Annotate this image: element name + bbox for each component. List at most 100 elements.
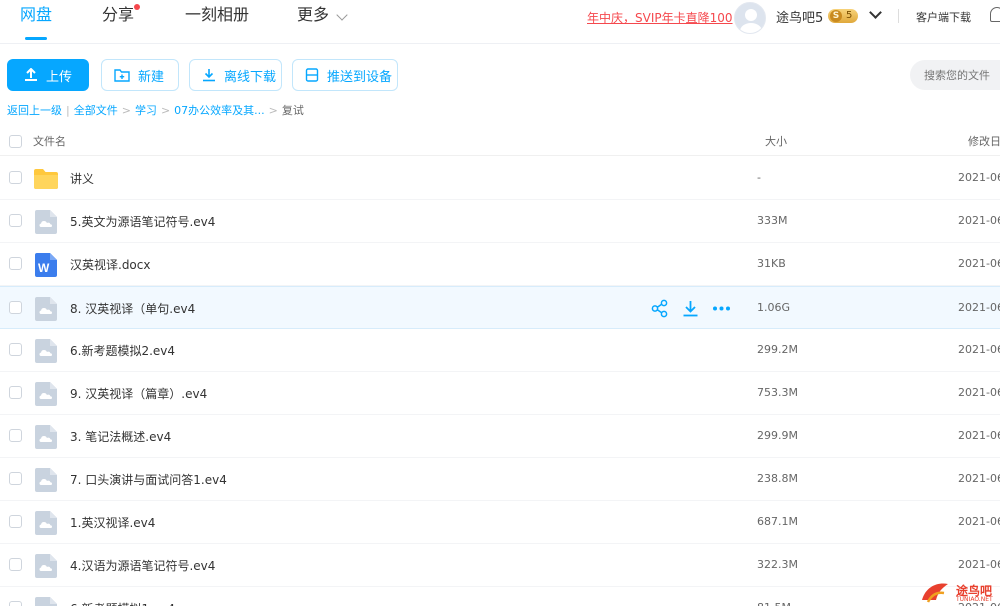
push-to-device-label: 推送到设备 <box>327 69 393 85</box>
offline-download-label: 离线下载 <box>224 69 277 85</box>
table-row[interactable]: 5.英文为源语笔记符号.ev4 333M 2021-06 <box>0 200 1000 243</box>
row-checkbox[interactable] <box>9 214 22 227</box>
row-actions <box>650 299 731 318</box>
video-file-icon <box>35 339 57 363</box>
table-row[interactable]: 9. 汉英视译（篇章）.ev4 753.3M 2021-06 <box>0 372 1000 415</box>
video-file-icon <box>35 382 57 406</box>
upload-button[interactable]: 上传 <box>7 59 89 91</box>
table-row[interactable]: 讲义 - 2021-06 <box>0 157 1000 200</box>
file-modified-date: 2021-06 <box>958 214 1000 227</box>
file-modified-date: 2021-06 <box>958 472 1000 485</box>
row-checkbox[interactable] <box>9 515 22 528</box>
tab-label: 网盘 <box>20 5 53 24</box>
tab-label: 分享 <box>102 5 135 24</box>
row-checkbox[interactable] <box>9 301 22 314</box>
breadcrumb-item-current: 复试 <box>281 104 304 117</box>
divider <box>898 9 899 23</box>
file-name[interactable]: 汉英视译.docx <box>70 256 150 273</box>
bird-logo-icon <box>922 583 948 603</box>
tab-share[interactable]: 分享 <box>102 4 141 40</box>
file-name[interactable]: 9. 汉英视译（篇章）.ev4 <box>70 385 207 402</box>
username[interactable]: 途鸟吧5 <box>776 7 823 26</box>
new-folder-label: 新建 <box>138 69 165 85</box>
more-options-icon[interactable] <box>712 299 731 318</box>
file-name[interactable]: 4.汉语为源语笔记符号.ev4 <box>70 557 215 574</box>
promo-link[interactable]: 年中庆，SVIP年卡直降100 <box>587 9 733 26</box>
avatar[interactable] <box>734 2 766 34</box>
header-date[interactable]: 修改日 <box>968 133 1000 149</box>
table-row[interactable]: 6.新考题模拟1.ev481.5M2021-06 <box>0 587 1000 606</box>
svg-text:W: W <box>38 261 50 275</box>
tab-label: 更多 <box>297 5 330 24</box>
tab-netdisk[interactable]: 网盘 <box>20 4 52 40</box>
push-to-device-button[interactable]: 推送到设备 <box>292 59 398 91</box>
row-checkbox[interactable] <box>9 386 22 399</box>
file-name[interactable]: 6.新考题模拟2.ev4 <box>70 342 175 359</box>
file-modified-date: 2021-06 <box>958 301 1000 314</box>
row-checkbox[interactable] <box>9 343 22 356</box>
watermark-logo: 途鸟吧 TUNIAO.NET <box>918 578 1000 606</box>
breadcrumb-item-study[interactable]: 学习 <box>135 102 157 118</box>
video-file-icon <box>35 468 57 492</box>
row-checkbox[interactable] <box>9 472 22 485</box>
row-checkbox[interactable] <box>9 601 22 606</box>
file-size: 1.06G <box>757 301 791 314</box>
word-doc-icon: W <box>35 253 57 277</box>
device-icon <box>305 68 319 82</box>
file-size: 81.5M <box>757 601 791 606</box>
breadcrumb-item-office[interactable]: 07办公效率及其... <box>174 102 265 118</box>
client-download-link[interactable]: 客户端下载 <box>916 9 971 25</box>
file-name[interactable]: 5.英文为源语笔记符号.ev4 <box>70 213 215 230</box>
notification-dot <box>134 4 141 10</box>
header-size[interactable]: 大小 <box>765 133 787 149</box>
file-size: 753.3M <box>757 386 798 399</box>
table-row[interactable]: 8. 汉英视译（单句.ev4 1.06G 2021-06 <box>0 286 1000 329</box>
new-folder-button[interactable]: 新建 <box>101 59 179 91</box>
row-checkbox[interactable] <box>9 171 22 184</box>
tab-label: 一刻相册 <box>185 5 250 24</box>
video-file-icon <box>35 297 57 321</box>
search-input[interactable] <box>910 60 1000 90</box>
video-file-icon <box>35 511 57 535</box>
file-name[interactable]: 1.英汉视译.ev4 <box>70 514 155 531</box>
bell-icon[interactable] <box>990 7 1000 22</box>
file-name[interactable]: 8. 汉英视译（单句.ev4 <box>70 300 195 317</box>
header-name[interactable]: 文件名 <box>33 133 66 149</box>
vip-badge[interactable]: S 5 <box>828 9 858 23</box>
video-file-icon <box>35 597 57 606</box>
table-row[interactable]: W 汉英视译.docx 31KB 2021-06 <box>0 243 1000 286</box>
row-checkbox[interactable] <box>9 558 22 571</box>
file-modified-date: 2021-06 <box>958 343 1000 356</box>
file-size: 31KB <box>757 257 786 270</box>
tab-more[interactable]: 更多 <box>297 4 329 40</box>
download-icon[interactable] <box>681 299 700 318</box>
select-all-checkbox[interactable] <box>9 135 22 148</box>
file-size: 299.9M <box>757 429 798 442</box>
table-row[interactable]: 1.英汉视译.ev4 687.1M 2021-06 <box>0 501 1000 544</box>
video-file-icon <box>35 210 57 234</box>
tab-moment-album[interactable]: 一刻相册 <box>185 4 249 40</box>
row-checkbox[interactable] <box>9 429 22 442</box>
breadcrumb-item-all-files[interactable]: 全部文件 <box>74 102 118 118</box>
row-checkbox[interactable] <box>9 257 22 270</box>
offline-download-button[interactable]: 离线下载 <box>189 59 282 91</box>
file-name[interactable]: 6.新考题模拟1.ev4 <box>70 600 175 606</box>
watermark-subtext: TUNIAO.NET <box>956 596 993 603</box>
vip-level: 5 <box>846 10 853 21</box>
table-row[interactable]: 7. 口头演讲与面试问答1.ev4 238.8M 2021-06 <box>0 458 1000 501</box>
video-file-icon <box>35 425 57 449</box>
chevron-down-icon[interactable] <box>869 6 882 19</box>
upload-label: 上传 <box>45 69 72 85</box>
file-name[interactable]: 讲义 <box>70 170 94 187</box>
breadcrumb-back-link[interactable]: 返回上一级 <box>7 102 62 118</box>
table-row[interactable]: 4.汉语为源语笔记符号.ev4 322.3M 2021-06 <box>0 544 1000 587</box>
chevron-down-icon[interactable] <box>336 9 348 21</box>
table-row[interactable]: 3. 笔记法概述.ev4 299.9M 2021-06 <box>0 415 1000 458</box>
file-name[interactable]: 7. 口头演讲与面试问答1.ev4 <box>70 471 227 488</box>
table-row[interactable]: 6.新考题模拟2.ev4 299.2M 2021-06 <box>0 329 1000 372</box>
share-icon[interactable] <box>650 299 669 318</box>
file-name[interactable]: 3. 笔记法概述.ev4 <box>70 428 171 445</box>
top-nav: 网盘 分享 一刻相册 更多 年中庆，SVIP年卡直降100 途鸟吧5 S 5 客… <box>0 0 1000 44</box>
folder-icon <box>33 168 58 192</box>
breadcrumb: 返回上一级 | 全部文件 > 学习 > 07办公效率及其... > 复试 <box>7 102 304 118</box>
